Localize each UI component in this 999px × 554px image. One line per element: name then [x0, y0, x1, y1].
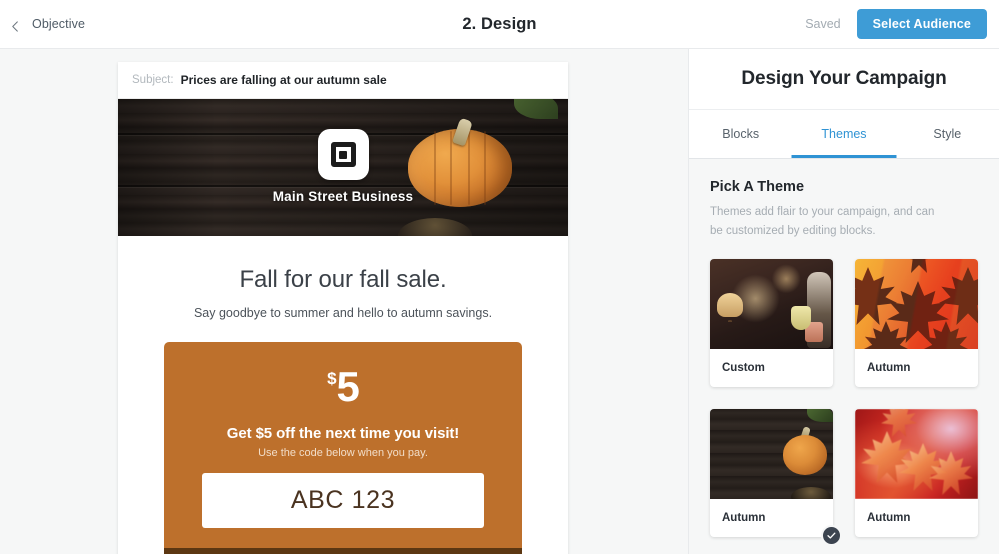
email-brand-block: Main Street Business	[118, 129, 568, 204]
top-bar: Objective 2. Design Saved Select Audienc…	[0, 0, 999, 49]
brand-name: Main Street Business	[272, 189, 414, 204]
coupon-code[interactable]: ABC 123	[202, 473, 484, 528]
campaign-preview-workspace: Subject: Prices are falling at our autum…	[0, 49, 688, 554]
design-panel-body: Pick A Theme Themes add flair to your ca…	[689, 159, 999, 546]
theme-card-autumn-pumpkin[interactable]: Autumn	[710, 408, 842, 546]
theme-thumbnail	[855, 258, 978, 349]
coupon-currency-symbol: $	[327, 369, 337, 388]
email-subject-row[interactable]: Subject: Prices are falling at our autum…	[118, 62, 568, 99]
back-to-objective-link[interactable]: Objective	[0, 17, 86, 32]
theme-card-autumn-redleaves[interactable]: Autumn	[855, 408, 978, 537]
theme-name: Autumn	[722, 511, 766, 524]
tab-style-label: Style	[933, 127, 962, 141]
top-bar-actions: Saved Select Audience	[805, 9, 999, 39]
theme-name: Autumn	[867, 511, 911, 524]
check-circle-icon	[821, 524, 842, 546]
tab-blocks[interactable]: Blocks	[689, 110, 792, 158]
theme-grid: Custom Autumn Autumn Autumn	[710, 241, 978, 546]
email-preview-card[interactable]: Subject: Prices are falling at our autum…	[118, 62, 568, 554]
theme-thumbnail	[710, 408, 833, 499]
theme-card-custom[interactable]: Custom	[710, 258, 833, 387]
theme-thumbnail	[855, 408, 978, 499]
email-headline[interactable]: Fall for our fall sale.	[118, 236, 568, 294]
subject-value[interactable]: Prices are falling at our autumn sale	[181, 73, 387, 87]
design-panel-title: Design Your Campaign	[741, 68, 947, 89]
section-description: Themes add flair to your campaign, and c…	[710, 206, 935, 237]
coupon-instruction-text: Use the code below when you pay.	[258, 447, 428, 459]
theme-name: Custom	[722, 361, 765, 374]
email-hero-block[interactable]: Main Street Business	[118, 99, 568, 236]
select-audience-button[interactable]: Select Audience	[856, 9, 987, 39]
tab-themes[interactable]: Themes	[792, 110, 895, 158]
share-coupon-button[interactable]: f SHARE COUPON	[164, 548, 522, 554]
coupon-value: 5	[336, 363, 360, 410]
theme-thumbnail	[710, 258, 833, 349]
design-panel-header: Design Your Campaign	[689, 49, 999, 109]
square-logo-icon	[317, 129, 369, 180]
chevron-left-icon	[10, 19, 21, 32]
subject-label: Subject:	[132, 74, 174, 86]
back-link-label: Objective	[32, 17, 86, 31]
tab-blocks-label: Blocks	[722, 127, 760, 141]
design-panel-tabs: Blocks Themes Style	[689, 109, 999, 159]
email-subheadline[interactable]: Say goodbye to summer and hello to autum…	[118, 294, 568, 320]
coupon-offer-text: Get $5 off the next time you visit!	[226, 425, 460, 442]
theme-name: Autumn	[867, 361, 911, 374]
coupon-amount: $5	[164, 358, 522, 408]
tab-style[interactable]: Style	[896, 110, 999, 158]
tab-themes-label: Themes	[821, 127, 867, 141]
design-panel: Design Your Campaign Blocks Themes Style…	[688, 49, 999, 554]
saved-status: Saved	[805, 17, 841, 31]
theme-card-autumn-maple[interactable]: Autumn	[855, 258, 978, 387]
section-title: Pick A Theme	[710, 179, 805, 195]
coupon-block[interactable]: $5 Get $5 off the next time you visit! U…	[164, 342, 522, 548]
